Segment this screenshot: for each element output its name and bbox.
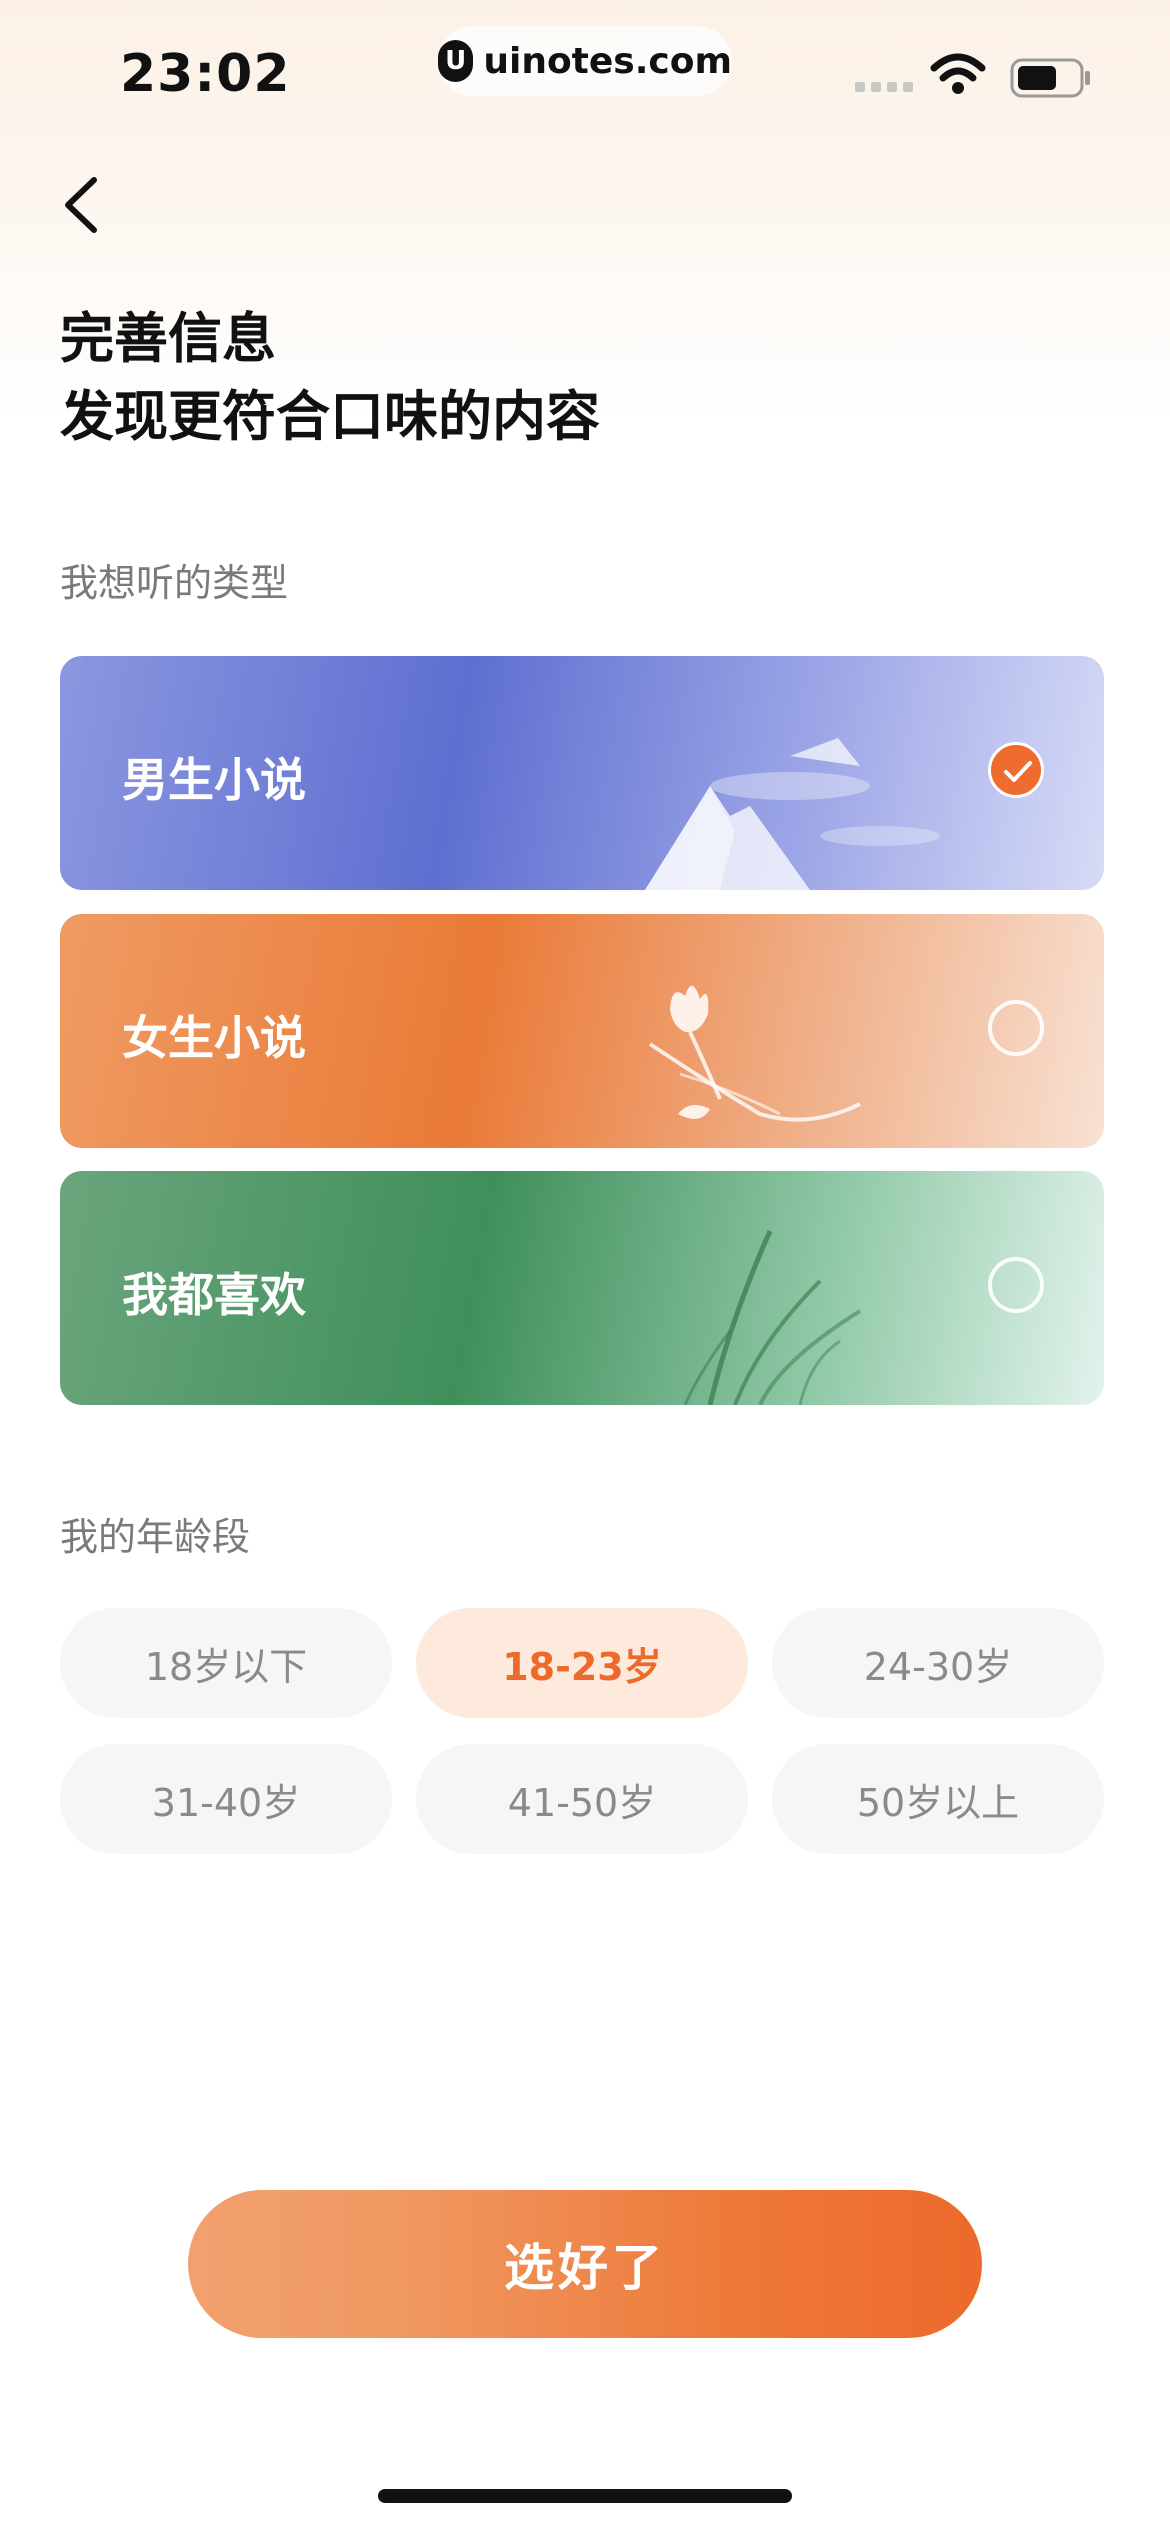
age-option[interactable]: 18岁以下 bbox=[60, 1608, 392, 1718]
genre-option-female[interactable]: 女生小说 bbox=[60, 914, 1104, 1148]
age-option[interactable]: 50岁以上 bbox=[772, 1744, 1104, 1854]
url-pill[interactable]: U uinotes.com bbox=[438, 26, 732, 96]
age-option-selected[interactable]: 18-23岁 bbox=[416, 1608, 748, 1718]
home-indicator[interactable] bbox=[378, 2489, 792, 2503]
chevron-left-icon[interactable] bbox=[58, 172, 104, 238]
page-title-line1: 完善信息 bbox=[60, 307, 276, 370]
genre-option-label: 我都喜欢 bbox=[122, 1268, 306, 1322]
age-option[interactable]: 31-40岁 bbox=[60, 1744, 392, 1854]
tulip-illustration bbox=[648, 985, 861, 1122]
url-text: uinotes.com bbox=[483, 40, 732, 82]
mountain-illustration bbox=[645, 738, 940, 890]
status-time: 23:02 bbox=[120, 44, 291, 104]
page-title-line2: 发现更符合口味的内容 bbox=[60, 385, 600, 448]
wifi-icon bbox=[930, 53, 986, 94]
battery-icon bbox=[1010, 58, 1090, 98]
radio-unchecked-icon[interactable] bbox=[988, 1000, 1044, 1056]
status-bar: 23:02 U uinotes.com bbox=[0, 0, 1170, 150]
confirm-button[interactable]: 选好了 bbox=[188, 2190, 982, 2338]
grass-illustration bbox=[683, 1229, 862, 1405]
radio-unchecked-icon[interactable] bbox=[988, 1257, 1044, 1313]
page-title: 完善信息 发现更符合口味的内容 bbox=[60, 300, 600, 456]
genre-option-label: 男生小说 bbox=[122, 753, 306, 807]
genre-option-male[interactable]: 男生小说 bbox=[60, 656, 1104, 890]
genre-option-both[interactable]: 我都喜欢 bbox=[60, 1171, 1104, 1405]
age-option[interactable]: 24-30岁 bbox=[772, 1608, 1104, 1718]
cellular-signal-icon bbox=[855, 82, 913, 92]
genre-option-label: 女生小说 bbox=[122, 1011, 306, 1065]
radio-checked-icon[interactable] bbox=[988, 742, 1044, 798]
age-section-label: 我的年龄段 bbox=[60, 1515, 251, 1559]
site-logo-icon: U bbox=[438, 40, 474, 82]
genre-section-label: 我想听的类型 bbox=[60, 561, 289, 605]
age-option[interactable]: 41-50岁 bbox=[416, 1744, 748, 1854]
